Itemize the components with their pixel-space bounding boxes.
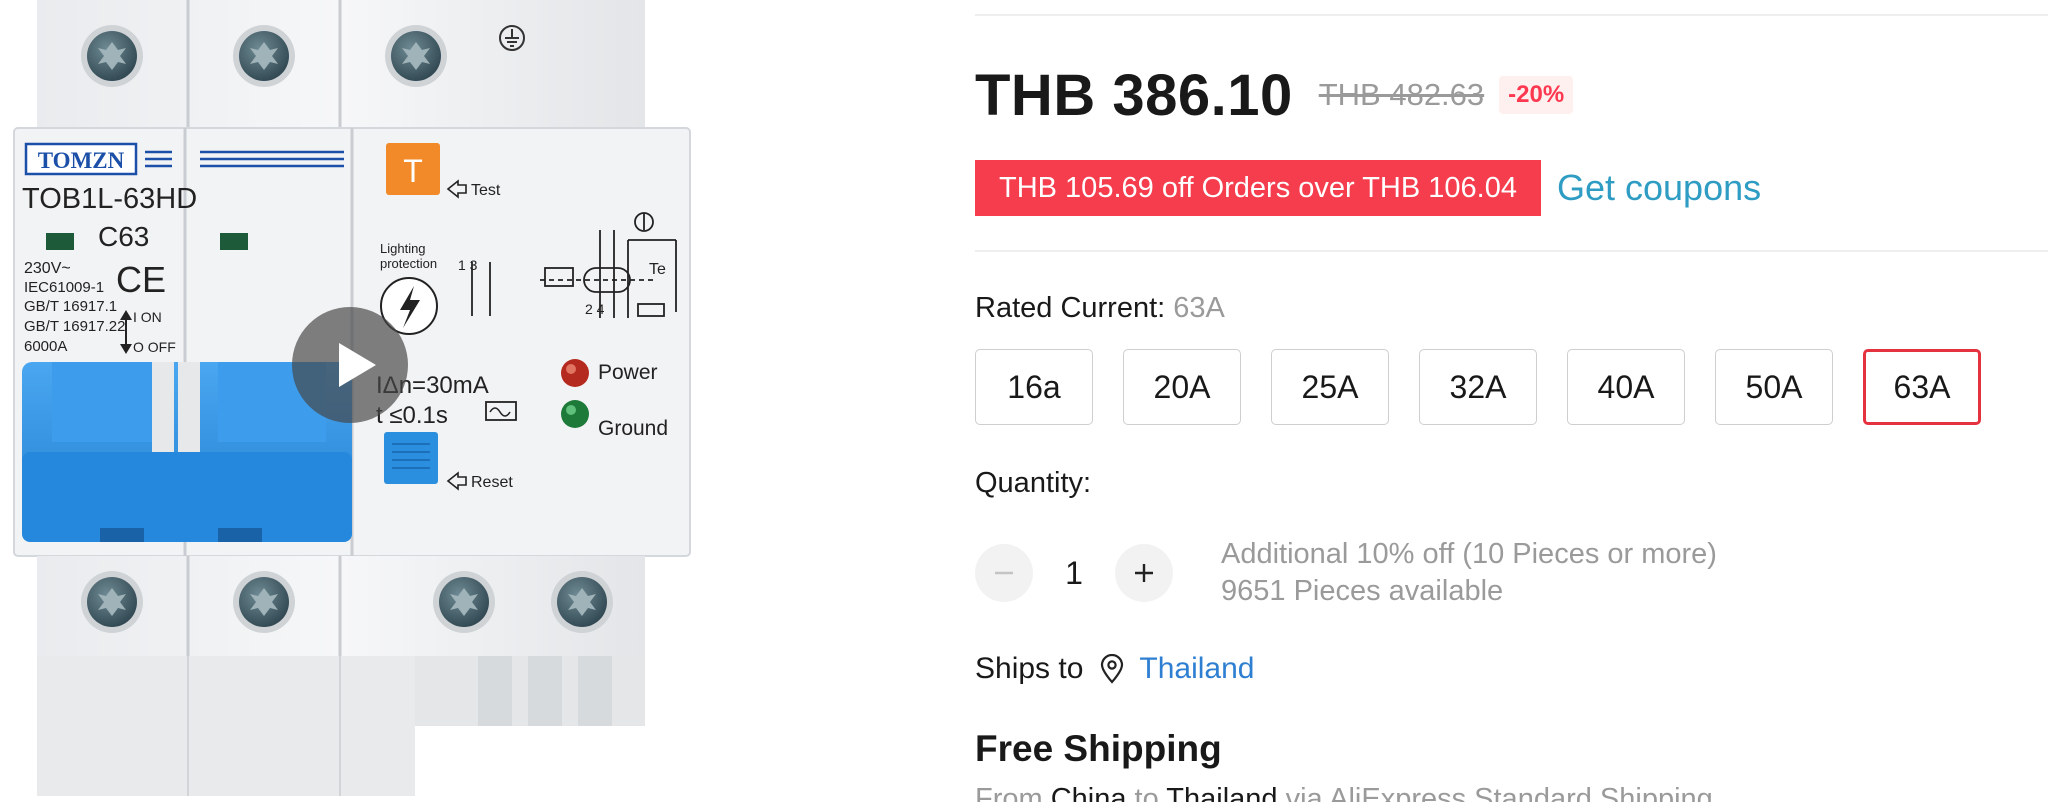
svg-text:protection: protection	[380, 256, 437, 271]
price-row: THB 386.10 THB 482.63 -20%	[975, 60, 1574, 130]
sku-option-63a[interactable]: 63A	[1863, 349, 1981, 425]
quantity-title: Quantity:	[975, 467, 1092, 499]
product-media: TOMZN TOB1L-63HD C63 230V~ CE IEC61009-1…	[0, 0, 700, 802]
svg-text:1 3: 1 3	[458, 257, 478, 273]
svg-text:Reset: Reset	[471, 474, 513, 491]
model-label: TOB1L-63HD	[22, 183, 197, 215]
quantity-notes: Additional 10% off (10 Pieces or more) 9…	[1221, 536, 1717, 610]
current-price: THB 386.10	[975, 62, 1293, 128]
coupon-badge: THB 105.69 off Orders over THB 106.04	[972, 160, 1544, 216]
bulk-discount-note: Additional 10% off (10 Pieces or more)	[1221, 538, 1717, 570]
shipping-detail: From China to Thailand via AliExpress St…	[975, 783, 1713, 802]
coupon-row: THB 105.69 off Orders over THB 106.04 Ge…	[972, 160, 1761, 216]
sku-option-16a[interactable]: 16a	[975, 349, 1093, 425]
plus-icon	[1135, 564, 1153, 582]
ships-to-label: Ships to	[975, 652, 1084, 685]
sku-option-25a[interactable]: 25A	[1271, 349, 1389, 425]
quantity-value[interactable]: 1	[1033, 555, 1115, 592]
svg-text:Ground: Ground	[598, 417, 668, 440]
svg-text:CE: CE	[116, 259, 166, 300]
sku-label: Rated Current:	[975, 292, 1174, 324]
screw-top-2	[233, 25, 295, 87]
svg-text:GB/T 16917.1: GB/T 16917.1	[24, 298, 117, 315]
screw-top-3	[385, 25, 447, 87]
svg-text:TOMZN: TOMZN	[38, 148, 125, 173]
increase-quantity-button[interactable]	[1115, 544, 1173, 602]
svg-text:I ON: I ON	[133, 309, 162, 325]
svg-text:2 4: 2 4	[585, 301, 605, 317]
svg-text:Test: Test	[471, 182, 501, 199]
product-info: THB 386.10 THB 482.63 -20% THB 105.69 of…	[972, 0, 2048, 802]
quantity-stepper: 1 Additional 10% off (10 Pieces or more)…	[975, 536, 1717, 610]
svg-text:6000A: 6000A	[24, 338, 67, 355]
svg-text:Te: Te	[649, 261, 666, 278]
minus-icon	[995, 571, 1013, 575]
svg-text:O OFF: O OFF	[133, 339, 176, 355]
ship-to-country-link[interactable]: Thailand	[1139, 652, 1254, 686]
location-pin-icon	[1099, 654, 1125, 684]
play-icon	[339, 343, 376, 387]
get-coupons-link[interactable]: Get coupons	[1557, 167, 1761, 209]
sku-selected-value: 63A	[1173, 292, 1225, 324]
sku-option-20a[interactable]: 20A	[1123, 349, 1241, 425]
svg-text:230V~: 230V~	[24, 260, 71, 277]
sku-option-40a[interactable]: 40A	[1567, 349, 1685, 425]
play-video-button[interactable]	[292, 307, 408, 423]
svg-text:T: T	[403, 153, 423, 189]
decrease-quantity-button[interactable]	[975, 544, 1033, 602]
divider	[975, 250, 2048, 252]
svg-text:Lighting: Lighting	[380, 241, 426, 256]
discount-badge: -20%	[1499, 76, 1574, 114]
shipping-title: Free Shipping	[975, 728, 1222, 769]
stock-available: 9651 Pieces available	[1221, 575, 1504, 607]
svg-text:GB/T 16917.22: GB/T 16917.22	[24, 318, 125, 335]
divider	[975, 14, 2048, 16]
svg-text:C63: C63	[98, 221, 149, 252]
sku-option-50a[interactable]: 50A	[1715, 349, 1833, 425]
sku-option-32a[interactable]: 32A	[1419, 349, 1537, 425]
original-price: THB 482.63	[1318, 77, 1485, 112]
screw-top-1	[81, 25, 143, 87]
ships-to-row: Ships to Thailand	[975, 652, 1254, 686]
svg-text:IEC61009-1: IEC61009-1	[24, 279, 104, 296]
svg-text:Power: Power	[598, 361, 658, 384]
sku-title: Rated Current: 63A	[975, 292, 1225, 325]
sku-options: 16a 20A 25A 32A 40A 50A 63A	[975, 349, 1981, 425]
